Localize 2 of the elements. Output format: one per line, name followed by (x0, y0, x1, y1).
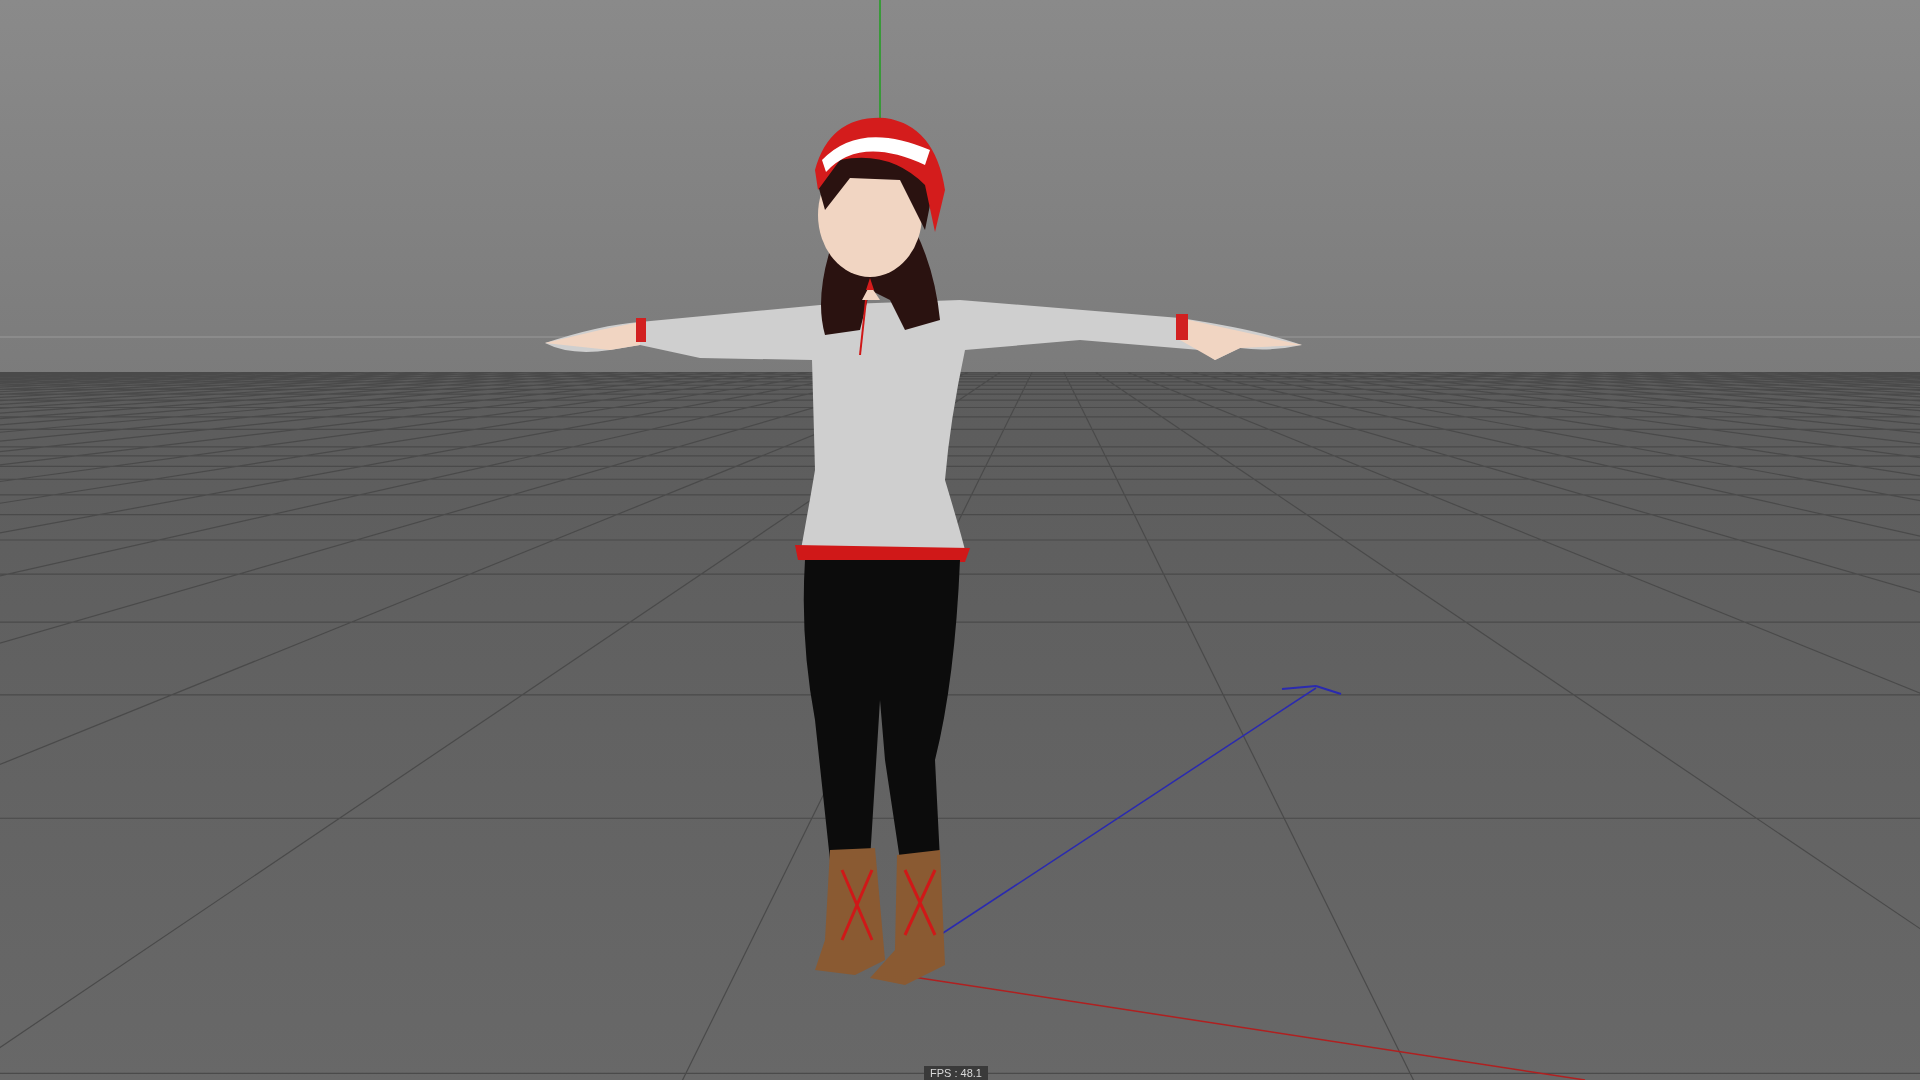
fps-counter: FPS : 48.1 (924, 1066, 988, 1080)
3d-viewport[interactable]: FPS : 48.1 (0, 0, 1920, 1080)
